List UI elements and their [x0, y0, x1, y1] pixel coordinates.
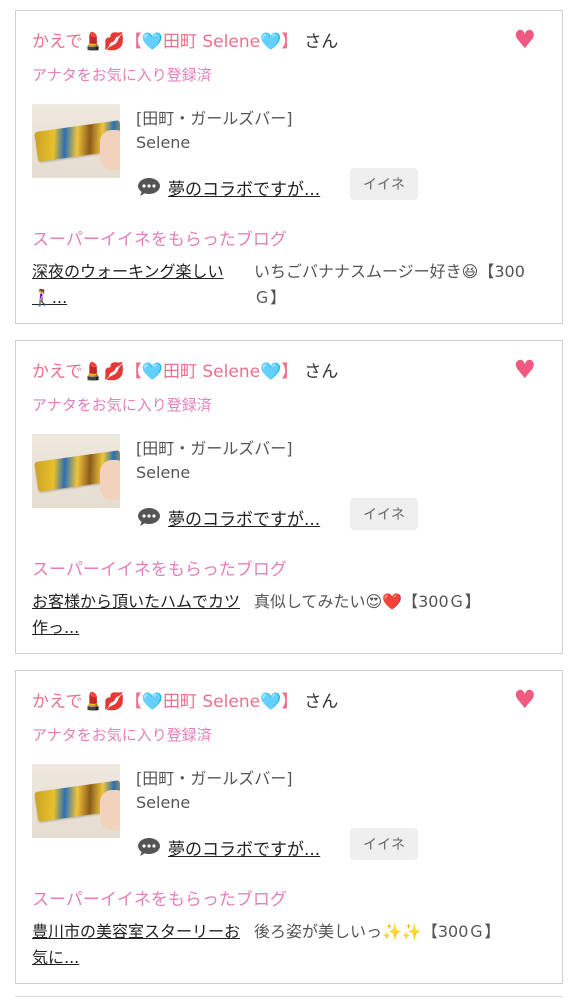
shop-label: [田町・ガールズバー] [136, 769, 293, 788]
honorific: さん [304, 692, 339, 712]
super-iine-card: かえで💄💋【🩵田町 Selene🩵】 さん ♥ アナタをお気に入り登録済 [田町・… [15, 340, 563, 654]
iine-button[interactable]: イイネ [350, 168, 418, 200]
comment-text: 後ろ姿が美しいっ✨✨【300Ｇ】 [254, 922, 501, 941]
speech-bubble-icon [138, 508, 160, 526]
comment-text: 真似してみたい😍❤️【300Ｇ】 [254, 592, 481, 611]
blog-title-link[interactable]: 深夜のウォーキング楽しい🚶‍♀️... [32, 259, 250, 311]
favorite-status: アナタをお気に入り登録済 [32, 66, 212, 84]
honorific: さん [304, 362, 339, 382]
sender-name-text[interactable]: かえで💄💋【🩵田町 Selene🩵】 [32, 692, 298, 712]
speech-bubble-icon [138, 178, 160, 196]
post-title-link[interactable]: 夢のコラボですが... [168, 175, 320, 200]
heart-icon[interactable]: ♥ [514, 27, 536, 52]
sender-name-text[interactable]: かえで💄💋【🩵田町 Selene🩵】 [32, 32, 298, 52]
super-iine-card: かえで💄💋【🩵田町 Selene🩵】 さん ♥ アナタをお気に入り登録済 [田町・… [15, 670, 563, 984]
post-thumbnail[interactable] [32, 764, 120, 838]
shop-label: [田町・ガールズバー] [136, 109, 293, 128]
super-iine-label: スーパーイイネをもらったブログ [32, 560, 287, 580]
post-title-link[interactable]: 夢のコラボですが... [168, 835, 320, 860]
list-divider [15, 996, 563, 997]
post-thumbnail[interactable] [32, 434, 120, 508]
post-title-link[interactable]: 夢のコラボですが... [168, 505, 320, 530]
blog-title-link[interactable]: お客様から頂いたハムでカツ作っ... [32, 589, 250, 641]
favorite-status: アナタをお気に入り登録済 [32, 726, 212, 744]
heart-icon[interactable]: ♥ [514, 687, 536, 712]
iine-button[interactable]: イイネ [350, 498, 418, 530]
super-iine-label: スーパーイイネをもらったブログ [32, 890, 287, 910]
iine-button[interactable]: イイネ [350, 828, 418, 860]
sender-name-text[interactable]: かえで💄💋【🩵田町 Selene🩵】 [32, 362, 298, 382]
blog-title-link[interactable]: 豊川市の美容室スターリーお気に... [32, 919, 250, 971]
cast-name: Selene [136, 133, 191, 152]
heart-icon[interactable]: ♥ [514, 357, 536, 382]
comment-text: いちごバナナスムージー好き😆【300Ｇ】 [254, 262, 525, 307]
speech-bubble-icon [138, 838, 160, 856]
cast-name: Selene [136, 463, 191, 482]
shop-label: [田町・ガールズバー] [136, 439, 293, 458]
super-iine-label: スーパーイイネをもらったブログ [32, 230, 287, 250]
sender-name[interactable]: かえで💄💋【🩵田町 Selene🩵】 さん [32, 27, 338, 52]
favorite-status: アナタをお気に入り登録済 [32, 396, 212, 414]
sender-name[interactable]: かえで💄💋【🩵田町 Selene🩵】 さん [32, 357, 338, 382]
super-iine-card: かえで💄💋【🩵田町 Selene🩵】 さん ♥ アナタをお気に入り登録済 [田町・… [15, 10, 563, 324]
honorific: さん [304, 32, 339, 52]
sender-name[interactable]: かえで💄💋【🩵田町 Selene🩵】 さん [32, 687, 338, 712]
cast-name: Selene [136, 793, 191, 812]
post-thumbnail[interactable] [32, 104, 120, 178]
